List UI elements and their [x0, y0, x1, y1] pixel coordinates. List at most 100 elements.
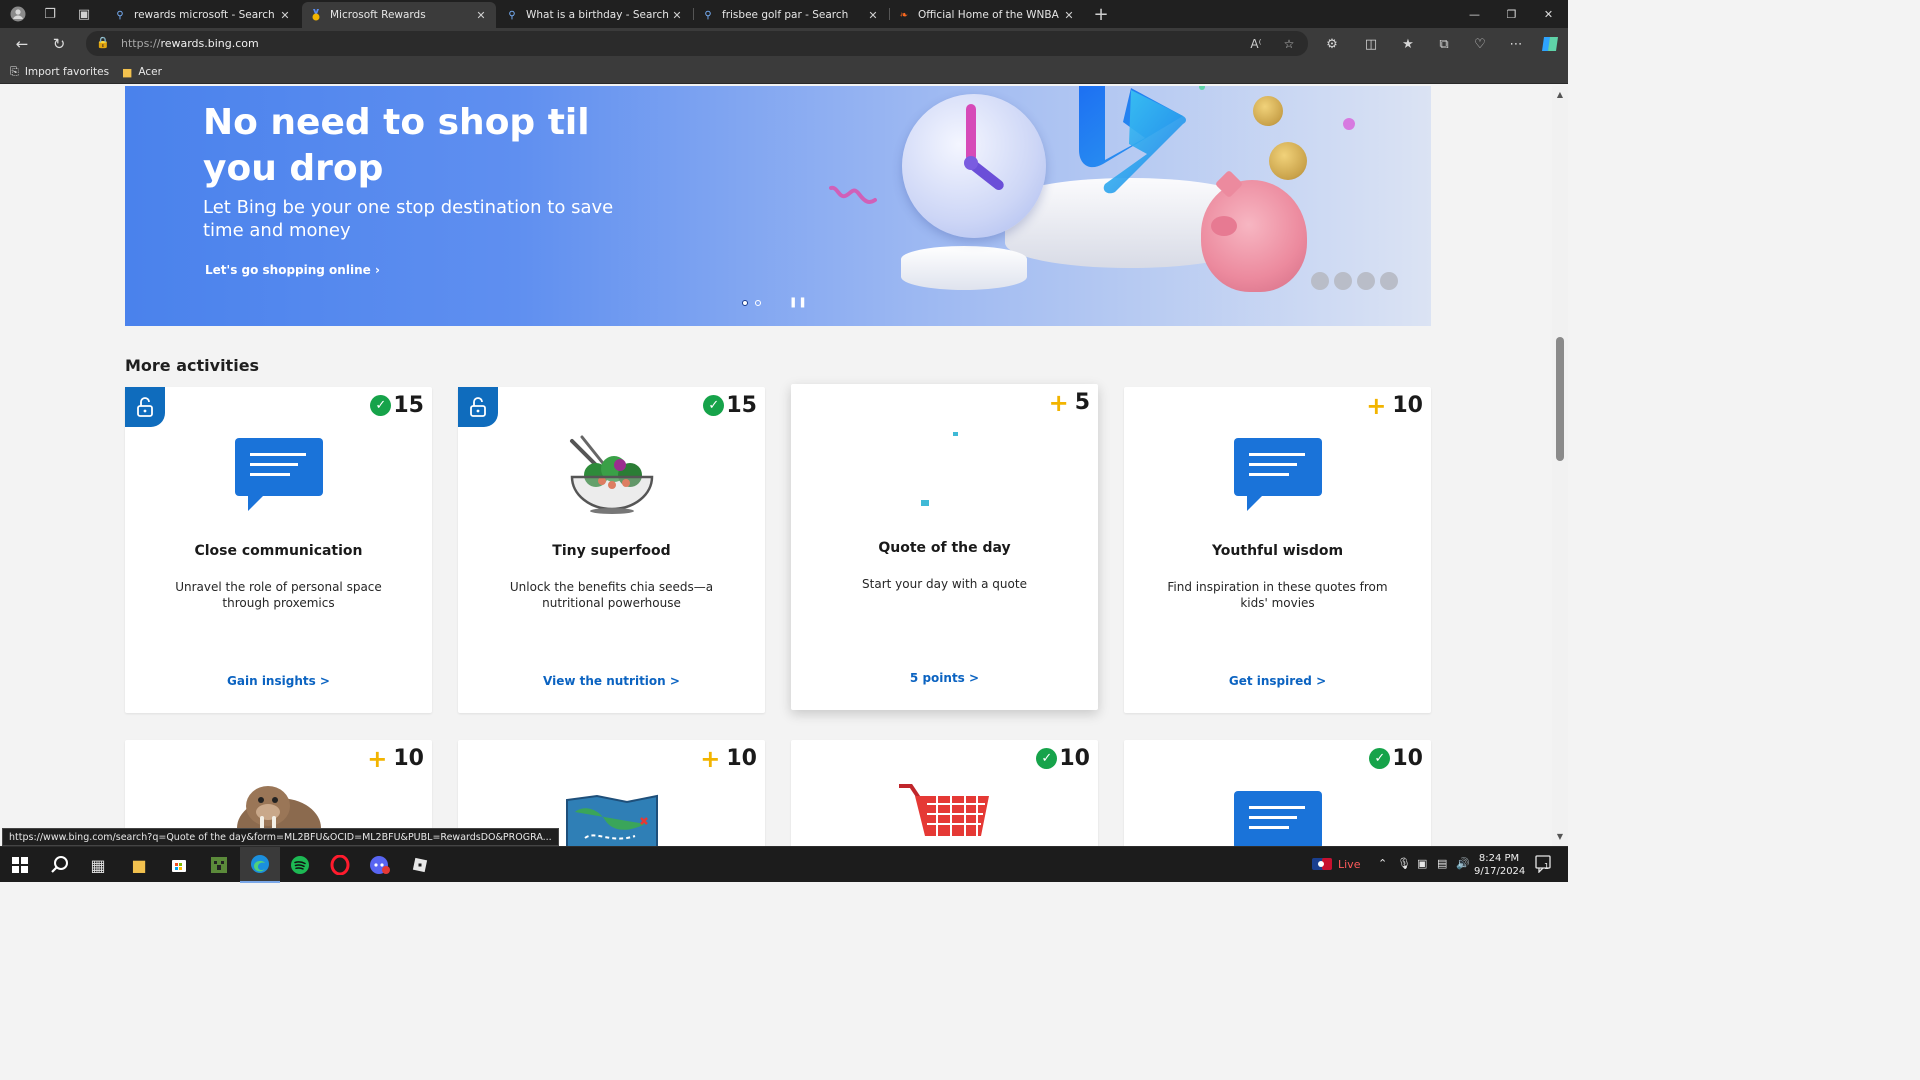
network-icon[interactable]: ▤ [1437, 857, 1447, 870]
tab-actions-icon[interactable]: ▣ [72, 4, 96, 24]
favorites-icon[interactable]: ★ [1396, 33, 1420, 55]
card-link[interactable]: 5 points > [791, 671, 1098, 685]
status-bar-url: https://www.bing.com/search?q=Quote of t… [2, 828, 559, 846]
url-field[interactable]: 🔒 https://rewards.bing.com A⁽ ☆ [86, 31, 1308, 56]
close-icon[interactable]: ✕ [866, 9, 880, 22]
spotify-icon[interactable] [280, 847, 320, 883]
carousel-pause-icon[interactable]: ❚❚ [789, 297, 808, 308]
tab-title: rewards microsoft - Search [134, 9, 275, 21]
browser-essentials-icon[interactable]: ♡ [1468, 33, 1492, 55]
activity-card-row2-4[interactable]: ✓ 10 [1124, 740, 1431, 846]
carousel-bubble [1380, 272, 1398, 290]
tab-title: What is a birthday - Search [526, 9, 669, 21]
chat-bubble-icon [1233, 790, 1323, 846]
notification-center-icon[interactable]: 1 [1535, 855, 1551, 876]
collections-icon[interactable]: ⧉ [1432, 33, 1456, 55]
tab-title: Official Home of the WNBA | Won [918, 9, 1062, 21]
tab-microsoft-rewards[interactable]: Microsoft Rewards ✕ [302, 2, 496, 28]
card-link[interactable]: Gain insights > [125, 674, 432, 688]
hero-link[interactable]: Let's go shopping online › [205, 263, 380, 277]
carousel-dot-1[interactable] [742, 300, 748, 306]
coin-icon [1253, 96, 1283, 126]
activity-card-tiny-superfood[interactable]: ✓ 15 Tiny superfood Unlock the benefits … [458, 387, 765, 713]
section-title: More activities [125, 356, 260, 375]
discord-icon[interactable] [360, 847, 400, 883]
carousel-dot-2[interactable] [755, 300, 761, 306]
check-icon: ✓ [370, 395, 392, 416]
activity-card-quote-of-the-day[interactable]: + 5 Quote of the day Start your day with… [791, 384, 1098, 710]
plus-icon: + [367, 744, 388, 773]
scroll-thumb[interactable] [1556, 337, 1564, 461]
pedestal-decoration [901, 246, 1027, 290]
import-favorites-button[interactable]: ⎘ Import favorites [10, 64, 109, 80]
close-icon[interactable]: ✕ [474, 9, 488, 22]
favorites-folder-acer[interactable]: ■ Acer [122, 64, 162, 80]
search-icon[interactable] [40, 847, 80, 883]
rewards-medal-icon [310, 9, 322, 21]
minimize-button[interactable]: — [1456, 0, 1493, 28]
hero-title: No need to shop til you drop [203, 102, 590, 189]
opera-icon[interactable] [320, 847, 360, 883]
more-menu-icon[interactable]: ⋯ [1504, 33, 1528, 55]
mlb-icon[interactable] [1312, 858, 1332, 873]
map-icon [565, 794, 659, 846]
squiggle-decoration [829, 184, 877, 208]
scroll-up-icon[interactable]: ▲ [1555, 90, 1565, 100]
minecraft-icon[interactable] [199, 847, 239, 883]
lock-icon[interactable]: 🔒 [96, 36, 110, 49]
card-description: Unlock the benefits chia seeds—a nutriti… [509, 580, 714, 610]
live-label[interactable]: Live [1338, 858, 1360, 871]
confetti-decoration [1343, 118, 1355, 130]
unlock-badge [458, 387, 498, 427]
extensions-icon[interactable]: ⚙ [1320, 33, 1344, 55]
roblox-icon[interactable] [400, 847, 440, 883]
tab-rewards-search[interactable]: ⚲ rewards microsoft - Search ✕ [106, 2, 300, 28]
card-title: Tiny superfood [552, 543, 671, 559]
card-link[interactable]: Get inspired > [1124, 674, 1431, 688]
activity-card-row2-3[interactable]: ✓ 10 [791, 740, 1098, 846]
page-scrollbar[interactable]: ▲ ▼ [1552, 86, 1568, 846]
split-screen-icon[interactable]: ◫ [1359, 33, 1383, 55]
file-explorer-icon[interactable]: ■ [119, 847, 159, 883]
edge-browser-icon[interactable] [240, 847, 280, 883]
piggy-bank-icon [1201, 169, 1307, 292]
read-aloud-icon[interactable]: A⁽ [1246, 35, 1266, 53]
card-description: Find inspiration in these quotes from ki… [1167, 580, 1388, 610]
card-link[interactable]: View the nutrition > [458, 674, 765, 688]
close-window-button[interactable]: ✕ [1530, 0, 1567, 28]
tab-wnba[interactable]: ❧ Official Home of the WNBA | Won ✕ [890, 2, 1084, 28]
new-tab-button[interactable]: + [1089, 4, 1113, 25]
microphone-icon[interactable]: 🎙 [1397, 857, 1411, 870]
tab-birthday-search[interactable]: ⚲ What is a birthday - Search ✕ [498, 2, 692, 28]
task-view-icon[interactable]: ▦ [78, 847, 118, 883]
refresh-button[interactable]: ↻ [47, 33, 71, 55]
system-clock[interactable]: 8:24 PM 9/17/2024 [1474, 852, 1525, 878]
windows-start-icon[interactable] [0, 847, 40, 883]
wnba-icon: ❧ [899, 9, 909, 21]
search-icon: ⚲ [704, 9, 712, 21]
plus-icon: + [1366, 391, 1387, 420]
page-content: No need to shop til you drop Let Bing be… [4, 86, 1552, 846]
volume-icon[interactable]: 🔊 [1456, 857, 1470, 870]
close-icon[interactable]: ✕ [670, 9, 684, 22]
profile-icon[interactable] [6, 4, 30, 24]
points-badge: + 10 [367, 744, 424, 773]
meet-now-icon[interactable]: ▣ [1417, 857, 1427, 870]
workspaces-icon[interactable]: ❐ [38, 4, 62, 24]
close-icon[interactable]: ✕ [1062, 9, 1076, 22]
tray-overflow-icon[interactable]: ⌃ [1378, 857, 1387, 870]
microsoft-store-icon[interactable] [159, 847, 199, 883]
back-button[interactable]: ← [10, 33, 34, 55]
activity-card-youthful-wisdom[interactable]: + 10 Youthful wisdom Find inspiration in… [1124, 387, 1431, 713]
scroll-down-icon[interactable]: ▼ [1555, 832, 1565, 842]
check-icon: ✓ [1036, 748, 1058, 769]
card-description: Unravel the role of personal space throu… [175, 580, 382, 610]
close-icon[interactable]: ✕ [278, 9, 292, 22]
activity-card-close-communication[interactable]: ✓ 15 Close communication Unravel the rol… [125, 387, 432, 713]
points-badge: ✓ 15 [703, 393, 757, 418]
tab-frisbee-search[interactable]: ⚲ frisbee golf par - Search ✕ [694, 2, 888, 28]
restore-button[interactable]: ❐ [1493, 0, 1530, 28]
unlock-badge [125, 387, 165, 427]
copilot-icon[interactable] [1538, 33, 1562, 55]
favorite-star-icon[interactable]: ☆ [1279, 35, 1299, 53]
